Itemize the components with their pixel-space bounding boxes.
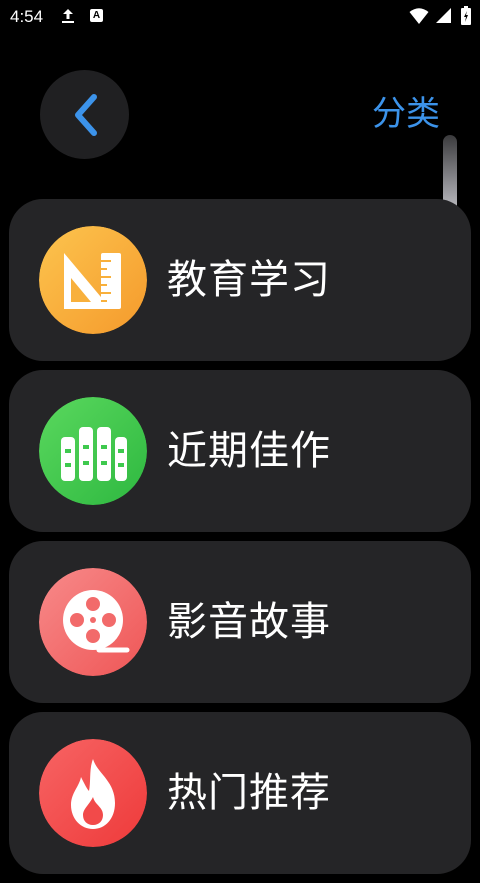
status-time: 4:54 <box>10 7 44 26</box>
signal-icon <box>436 8 451 23</box>
a-notification-glyph: A <box>92 10 101 21</box>
upload-icon <box>62 9 74 23</box>
ruler-triangle-icon <box>39 226 147 334</box>
category-item-recent-works[interactable]: 近期佳作 <box>9 370 471 532</box>
books-icon <box>39 397 147 505</box>
flame-icon <box>39 739 147 847</box>
battery-icon <box>461 6 471 25</box>
category-label: 教育学习 <box>167 257 331 303</box>
chevron-left-icon <box>74 93 97 136</box>
back-button[interactable] <box>40 70 129 159</box>
status-bar: 4:54 A <box>0 0 480 34</box>
category-item-hot-recommend[interactable]: 热门推荐 <box>9 712 471 874</box>
wifi-icon <box>409 8 429 24</box>
a-notification-icon: A <box>90 9 103 22</box>
category-label: 影音故事 <box>167 599 331 645</box>
category-item-education[interactable]: 教育学习 <box>9 199 471 361</box>
category-label: 近期佳作 <box>167 428 331 474</box>
film-reel-icon <box>39 568 147 676</box>
category-label: 热门推荐 <box>167 770 331 816</box>
category-item-video-stories[interactable]: 影音故事 <box>9 541 471 703</box>
page-title: 分类 <box>372 94 440 134</box>
category-list: 教育学习 近期佳作 影音故事 热门推荐 <box>9 199 471 883</box>
